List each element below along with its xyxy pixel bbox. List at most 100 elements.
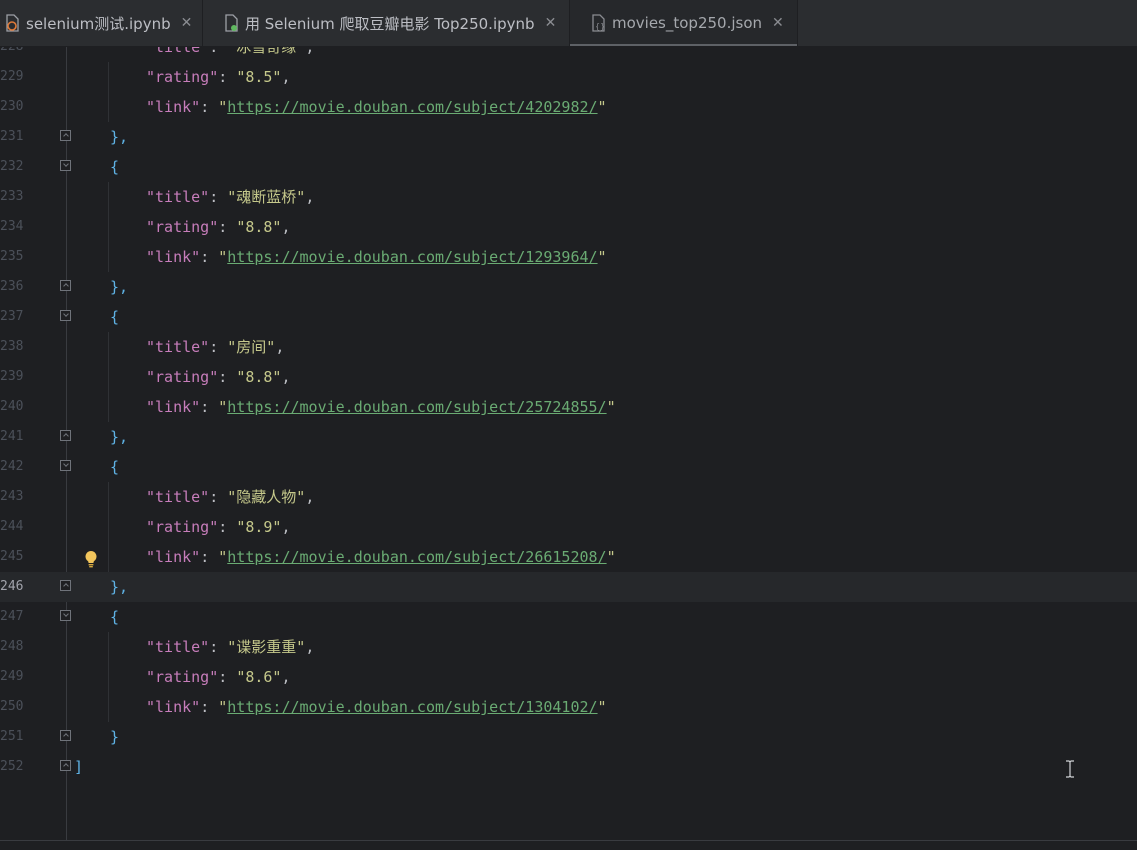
close-icon[interactable]: ✕ xyxy=(772,15,784,31)
line-number: 232 xyxy=(0,159,24,174)
url-link[interactable]: https://movie.douban.com/subject/2661520… xyxy=(227,548,606,566)
close-icon[interactable]: ✕ xyxy=(181,15,193,31)
line-number: 235 xyxy=(0,249,24,264)
line-number: 230 xyxy=(0,99,24,114)
comma: , xyxy=(275,338,285,356)
colon: : xyxy=(200,248,219,266)
json-key: "title" xyxy=(146,488,210,506)
line-number: 239 xyxy=(0,369,24,384)
fold-start-icon[interactable] xyxy=(60,310,71,321)
tab-selenium-test[interactable]: selenium测试.ipynb ✕ xyxy=(0,0,203,46)
code-text: { xyxy=(110,452,119,482)
fold-end-icon[interactable] xyxy=(60,730,71,741)
code-line: 247 { xyxy=(0,602,1137,632)
code-text: ] xyxy=(74,752,83,782)
fold-start-icon[interactable] xyxy=(60,610,71,621)
fold-end-icon[interactable] xyxy=(60,130,71,141)
fold-end-icon[interactable] xyxy=(60,580,71,591)
code-text: { xyxy=(110,302,119,332)
url-link[interactable]: https://movie.douban.com/subject/2572485… xyxy=(227,398,606,416)
code-text: } xyxy=(110,722,119,752)
code-line: 232 { xyxy=(0,152,1137,182)
url-link[interactable]: https://movie.douban.com/subject/4202982… xyxy=(227,98,597,116)
code-text: "title": "谍影重重", xyxy=(146,632,314,662)
tab-douban-scraper[interactable]: 用 Selenium 爬取豆瓣电影 Top250.ipynb ✕ xyxy=(203,0,570,46)
json-value: "隐藏人物" xyxy=(227,488,306,506)
json-key: "title" xyxy=(146,638,210,656)
indent-guide xyxy=(108,212,109,242)
code-text: "rating": "8.5", xyxy=(146,62,291,92)
code-text: "rating": "8.9", xyxy=(146,512,291,542)
code-text: "link": "https://movie.douban.com/subjec… xyxy=(146,242,607,272)
code-text: "rating": "8.8", xyxy=(146,212,291,242)
indent-guide xyxy=(108,242,109,272)
line-number: 234 xyxy=(0,219,24,234)
colon: : xyxy=(218,68,237,86)
code-editor[interactable]: 228 "title": "冰雪奇缘", 229 "rating": "8.5"… xyxy=(0,47,1137,840)
quote: " xyxy=(218,548,228,566)
code-line: 250 "link": "https://movie.douban.com/su… xyxy=(0,692,1137,722)
close-icon[interactable]: ✕ xyxy=(545,15,557,31)
json-key: "title" xyxy=(146,47,210,56)
code-line: 236 }, xyxy=(0,272,1137,302)
indent-guide xyxy=(108,62,109,92)
json-value: "房间" xyxy=(227,338,276,356)
json-value: "8.8" xyxy=(236,368,282,386)
indent-guide xyxy=(108,92,109,122)
json-value: "8.6" xyxy=(236,668,282,686)
json-key: "title" xyxy=(146,188,210,206)
line-number: 242 xyxy=(0,459,24,474)
tab-movies-json[interactable]: {} movies_top250.json ✕ xyxy=(570,0,798,46)
comma: , xyxy=(281,368,291,386)
line-number: 241 xyxy=(0,429,24,444)
line-number: 228 xyxy=(0,47,23,62)
brace: { xyxy=(110,608,120,626)
json-file-icon: {} xyxy=(590,14,606,32)
lightbulb-icon[interactable] xyxy=(84,548,98,568)
brace: { xyxy=(110,458,120,476)
jupyter-notebook-icon xyxy=(4,14,20,32)
code-text: { xyxy=(110,602,119,632)
line-number: 251 xyxy=(0,729,24,744)
comma: , xyxy=(305,488,315,506)
indent-guide xyxy=(108,632,109,662)
colon: : xyxy=(209,338,228,356)
line-number: 249 xyxy=(0,669,24,684)
code-text: "rating": "8.6", xyxy=(146,662,291,692)
brace: }, xyxy=(110,128,129,146)
editor-tab-bar: selenium测试.ipynb ✕ 用 Selenium 爬取豆瓣电影 Top… xyxy=(0,0,1137,47)
code-line: 243 "title": "隐藏人物", xyxy=(0,482,1137,512)
url-link[interactable]: https://movie.douban.com/subject/1293964… xyxy=(227,248,597,266)
colon: : xyxy=(200,398,219,416)
fold-start-icon[interactable] xyxy=(60,460,71,471)
comma: , xyxy=(305,188,315,206)
quote: " xyxy=(597,98,607,116)
code-line: 240 "link": "https://movie.douban.com/su… xyxy=(0,392,1137,422)
colon: : xyxy=(200,698,219,716)
text-cursor-icon xyxy=(1064,760,1076,778)
json-key: "rating" xyxy=(146,368,219,386)
json-key: "link" xyxy=(146,98,201,116)
line-number: 246 xyxy=(0,579,24,594)
fold-end-icon[interactable] xyxy=(60,760,71,771)
json-key: "link" xyxy=(146,698,201,716)
brace: } xyxy=(110,728,120,746)
fold-start-icon[interactable] xyxy=(60,160,71,171)
indent-guide xyxy=(108,332,109,362)
fold-end-icon[interactable] xyxy=(60,280,71,291)
line-number: 250 xyxy=(0,699,24,714)
fold-end-icon[interactable] xyxy=(60,430,71,441)
code-text: { xyxy=(110,152,119,182)
code-text: "link": "https://movie.douban.com/subjec… xyxy=(146,92,607,122)
indent-guide xyxy=(108,662,109,692)
line-number: 238 xyxy=(0,339,24,354)
tab-label: selenium测试.ipynb xyxy=(26,14,171,33)
code-text: }, xyxy=(110,122,128,152)
json-value: "8.8" xyxy=(236,218,282,236)
comma: , xyxy=(305,47,315,56)
code-line: 248 "title": "谍影重重", xyxy=(0,632,1137,662)
code-line: 228 "title": "冰雪奇缘", xyxy=(0,47,1137,62)
line-number: 229 xyxy=(0,69,24,84)
brace: }, xyxy=(110,578,129,596)
url-link[interactable]: https://movie.douban.com/subject/1304102… xyxy=(227,698,597,716)
